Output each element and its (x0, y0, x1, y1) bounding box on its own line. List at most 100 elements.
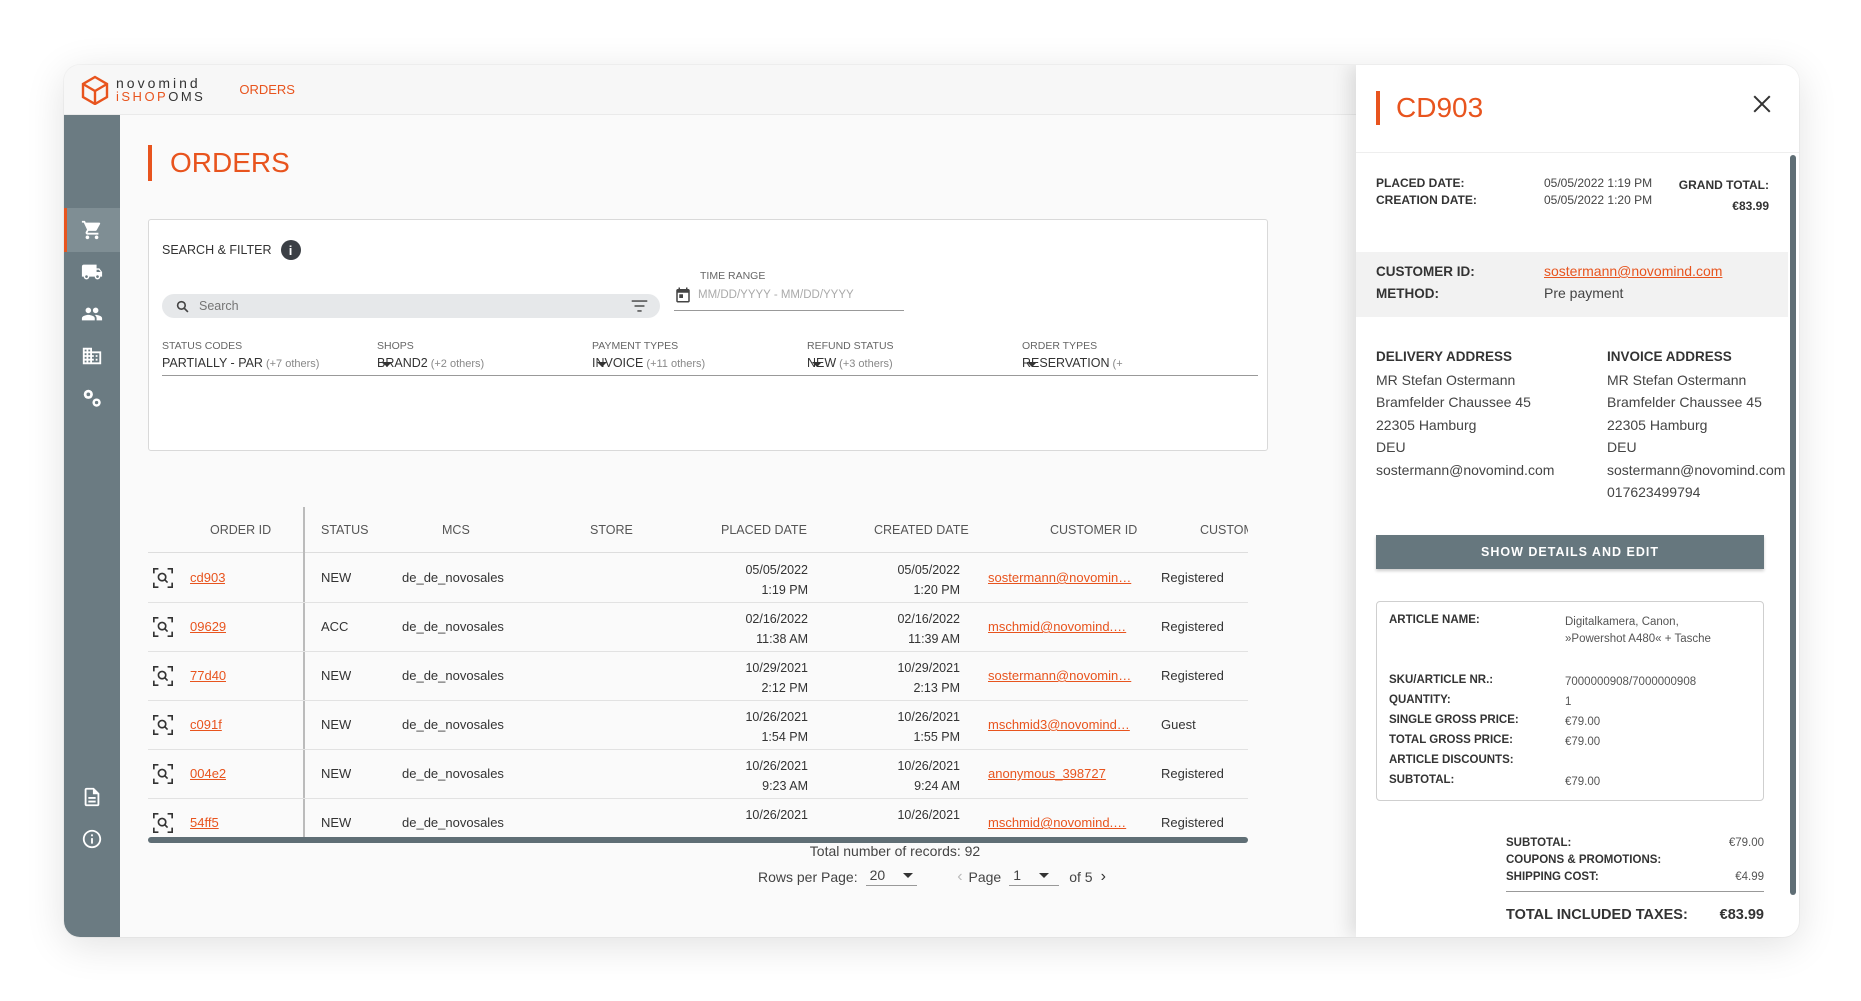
placed-date-label: PLACED DATE: (1376, 176, 1465, 190)
sidebar-item-customers[interactable] (64, 292, 120, 336)
summary-taxes-entry: TOTAL INCLUDED TAXES: €83.99 (1506, 907, 1764, 923)
shops-select[interactable]: SHOPS BRAND2 (+2 others) (377, 340, 613, 376)
panel-scrollbar[interactable] (1790, 155, 1796, 895)
order-types-select[interactable]: ORDER TYPES RESERVATION (+ (1022, 340, 1258, 376)
grand-total-value: €83.99 (1732, 199, 1769, 213)
shipping-cost-value: €4.99 (1735, 871, 1764, 883)
caret-down-icon (903, 872, 914, 878)
col-store[interactable]: STORE (590, 523, 633, 537)
customer-id-link[interactable]: sostermann@novomin… (988, 570, 1138, 585)
summary-subtotal-entry: SUBTOTAL: €79.00 (1506, 837, 1764, 849)
next-page-icon[interactable]: › (1101, 868, 1106, 886)
table-row[interactable]: 54ff5 NEW de_de_novosales 10/26/2021 10/… (148, 799, 1248, 837)
dropdown-more: (+11 others) (646, 358, 706, 370)
created-date: 10/29/2021 (897, 661, 960, 675)
logo[interactable]: novomind iSHOPOMS (64, 75, 205, 105)
cart-icon (81, 220, 101, 240)
order-mcs: de_de_novosales (402, 815, 504, 830)
sidebar-item-stores[interactable] (64, 334, 120, 378)
placed-date-value: 05/05/2022 1:19 PM (1544, 176, 1653, 190)
show-details-edit-button[interactable]: SHOW DETAILS AND EDIT (1376, 535, 1764, 569)
close-icon[interactable] (1751, 93, 1773, 115)
info-icon[interactable]: i (280, 240, 301, 260)
order-id-link[interactable]: 77d40 (190, 668, 226, 683)
filter-list-icon[interactable] (631, 298, 648, 314)
invoice-line: 017623499794 (1607, 484, 1701, 500)
table-row[interactable]: 77d40 NEW de_de_novosales 10/29/2021 2:12… (148, 652, 1248, 701)
created-date: 10/26/2021 (897, 808, 960, 822)
payment-types-select[interactable]: PAYMENT TYPES INVOICE (+11 others) (592, 340, 828, 376)
sidebar-item-documents[interactable] (64, 775, 120, 819)
preview-scan-icon[interactable] (152, 763, 174, 785)
customer-id-link[interactable]: mschmid@novomind.… (988, 619, 1138, 634)
sidebar-item-orders[interactable] (64, 208, 120, 252)
table-row[interactable]: 004e2 NEW de_de_novosales 10/26/2021 9:23… (148, 750, 1248, 799)
col-customer-registration[interactable]: CUSTOMER RE (1200, 523, 1248, 537)
search-filter-card: SEARCH & FILTER i TIME RANGE MM/DD/YYYY … (148, 219, 1268, 451)
created-date: 10/26/2021 (897, 710, 960, 724)
customer-type: Guest (1161, 717, 1196, 732)
preview-scan-icon[interactable] (152, 665, 174, 687)
created-time: 9:24 AM (914, 779, 960, 793)
customer-id-link[interactable]: mschmid3@novomind… (988, 717, 1138, 732)
breadcrumb-orders[interactable]: ORDERS (239, 82, 295, 97)
table-row[interactable]: cd903 NEW de_de_novosales 05/05/2022 1:19… (148, 554, 1248, 603)
col-status[interactable]: STATUS (321, 523, 368, 537)
col-order-id[interactable]: ORDER ID (210, 523, 271, 537)
placed-time: 1:19 PM (761, 583, 808, 597)
sku-label: SKU/ARTICLE NR.: (1389, 674, 1494, 686)
refund-status-select[interactable]: REFUND STATUS NEW (+3 others) (807, 340, 1043, 376)
table-row[interactable]: 09629 ACC de_de_novosales 02/16/2022 11:3… (148, 603, 1248, 652)
page-select[interactable]: 1 (1009, 867, 1060, 886)
order-mcs: de_de_novosales (402, 619, 504, 634)
search-input[interactable] (199, 299, 599, 313)
customer-type: Registered (1161, 668, 1224, 683)
preview-scan-icon[interactable] (152, 714, 174, 736)
col-created-date[interactable]: CREATED DATE (874, 523, 969, 537)
preview-scan-icon[interactable] (152, 616, 174, 638)
document-icon (84, 787, 100, 807)
customer-id-link[interactable]: sostermann@novomind.com (1544, 263, 1722, 279)
sidebar-item-info[interactable] (64, 817, 120, 861)
col-mcs[interactable]: MCS (442, 523, 470, 537)
created-time: 11:39 AM (908, 632, 960, 646)
status-codes-select[interactable]: STATUS CODES PARTIALLY - PAR (+7 others) (162, 340, 398, 376)
order-id-link[interactable]: 004e2 (190, 766, 226, 781)
preview-scan-icon[interactable] (152, 567, 174, 589)
col-customer-id[interactable]: CUSTOMER ID (1050, 523, 1137, 537)
customer-id-link[interactable]: sostermann@novomin… (988, 668, 1138, 683)
preview-scan-icon[interactable] (152, 812, 174, 834)
calendar-icon[interactable] (674, 286, 692, 304)
dropdown-value: PARTIALLY - PAR (162, 356, 263, 370)
placed-date: 02/16/2022 (745, 612, 808, 626)
customer-id-link[interactable]: mschmid@novomind.… (988, 815, 1138, 830)
order-id-link[interactable]: c091f (190, 717, 222, 732)
summary-coupons-entry: COUPONS & PROMOTIONS: (1506, 854, 1764, 866)
article-card: ARTICLE NAME: Digitalkamera, Canon, »Powe… (1376, 601, 1764, 801)
rows-per-page-value: 20 (869, 867, 886, 883)
dropdown-value: RESERVATION (1022, 356, 1110, 370)
order-id-link[interactable]: 09629 (190, 619, 226, 634)
quantity-label: QUANTITY: (1389, 694, 1451, 706)
page-value: 1 (1013, 867, 1022, 883)
delivery-line: 22305 Hamburg (1376, 416, 1477, 433)
order-status: NEW (321, 815, 352, 830)
order-id-link[interactable]: cd903 (190, 570, 225, 585)
total-price-label: TOTAL GROSS PRICE: (1389, 734, 1513, 746)
sidebar-item-shipping[interactable] (64, 250, 120, 294)
delivery-line: sostermann@novomind.com (1376, 461, 1555, 478)
customer-id-link[interactable]: anonymous_398727 (988, 766, 1138, 781)
table-header: ORDER ID STATUS MCS STORE PLACED DATE CR… (148, 507, 1248, 553)
search-field[interactable] (162, 294, 660, 318)
article-subtotal-label: SUBTOTAL: (1389, 774, 1455, 786)
table-row[interactable]: c091f NEW de_de_novosales 10/26/2021 1:54… (148, 701, 1248, 750)
sidebar-item-settings[interactable] (64, 376, 120, 420)
prev-page-icon[interactable]: ‹ (957, 868, 962, 886)
col-placed-date[interactable]: PLACED DATE (721, 523, 807, 537)
dropdown-value: INVOICE (592, 356, 644, 370)
time-range-field[interactable]: TIME RANGE MM/DD/YYYY - MM/DD/YYYY (674, 270, 904, 311)
article-name-value: Digitalkamera, Canon, »Powershot A480« +… (1565, 616, 1711, 645)
article-name-label: ARTICLE NAME: (1389, 614, 1480, 626)
rows-per-page-select[interactable]: 20 (865, 867, 918, 886)
order-id-link[interactable]: 54ff5 (190, 815, 219, 830)
